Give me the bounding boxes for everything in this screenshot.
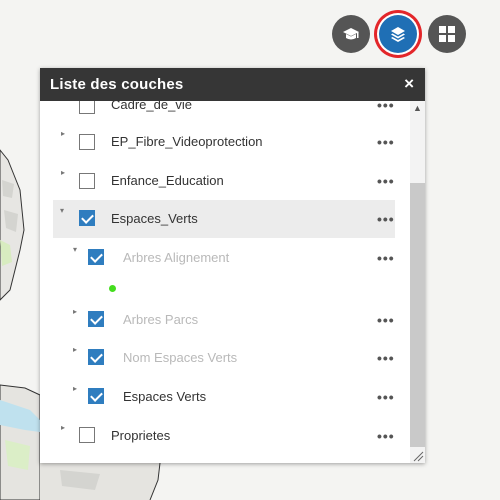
layer-checkbox[interactable] bbox=[79, 173, 95, 189]
layer-checkbox[interactable] bbox=[88, 388, 104, 404]
sublayer-item[interactable]: ▸ Espaces Verts ••• bbox=[40, 378, 410, 416]
layer-label[interactable]: EP_Fibre_Videoprotection bbox=[111, 134, 263, 149]
layer-label[interactable]: Cadre_de_vie bbox=[111, 101, 192, 112]
layer-menu-button[interactable]: ••• bbox=[377, 211, 395, 227]
layer-checkbox[interactable] bbox=[79, 210, 95, 226]
close-button[interactable]: × bbox=[404, 75, 414, 93]
layer-menu-button[interactable]: ••• bbox=[377, 134, 395, 150]
layer-item[interactable]: ▸ Proprietes ••• bbox=[40, 417, 410, 455]
layer-checkbox[interactable] bbox=[79, 134, 95, 150]
scrollbar[interactable]: ▲ bbox=[410, 101, 425, 463]
layer-label[interactable]: Espaces Verts bbox=[123, 389, 206, 404]
layer-list-panel: Liste des couches × Cadre_de_vie ••• ▸ E… bbox=[40, 68, 425, 463]
expand-icon[interactable]: ▸ bbox=[73, 307, 83, 317]
resize-grip-icon[interactable] bbox=[412, 450, 424, 462]
layer-menu-button[interactable]: ••• bbox=[377, 173, 395, 189]
collapse-icon[interactable]: ▾ bbox=[73, 245, 83, 255]
layers-icon bbox=[391, 27, 405, 42]
layer-label[interactable]: Arbres Alignement bbox=[123, 250, 229, 265]
layer-menu-button[interactable]: ••• bbox=[377, 250, 395, 266]
layer-checkbox[interactable] bbox=[88, 349, 104, 365]
layer-label[interactable]: Arbres Parcs bbox=[123, 312, 198, 327]
scroll-up-icon[interactable]: ▲ bbox=[413, 103, 422, 113]
mortarboard-icon bbox=[343, 28, 359, 40]
legend-point-symbol bbox=[109, 285, 116, 292]
layer-checkbox[interactable] bbox=[79, 427, 95, 443]
expand-icon[interactable]: ▸ bbox=[61, 168, 71, 178]
expand-icon[interactable]: ▸ bbox=[61, 129, 71, 139]
panel-title: Liste des couches bbox=[50, 76, 184, 93]
layer-list: Cadre_de_vie ••• ▸ EP_Fibre_Videoprotect… bbox=[40, 101, 425, 463]
sublayer-item[interactable]: ▸ Arbres Parcs ••• bbox=[40, 301, 410, 339]
layer-menu-button[interactable]: ••• bbox=[377, 312, 395, 328]
layer-menu-button[interactable]: ••• bbox=[377, 350, 395, 366]
sublayer-item[interactable]: ▾ Arbres Alignement ••• bbox=[40, 239, 410, 277]
expand-icon[interactable]: ▸ bbox=[61, 423, 71, 433]
layer-item-selected[interactable]: ▾ Espaces_Verts ••• bbox=[53, 200, 395, 238]
layer-label[interactable]: Enfance_Education bbox=[111, 173, 224, 188]
widgets-button[interactable] bbox=[428, 15, 466, 53]
layer-checkbox[interactable] bbox=[88, 249, 104, 265]
collapse-icon[interactable]: ▾ bbox=[60, 206, 70, 216]
layer-label[interactable]: Nom Espaces Verts bbox=[123, 350, 237, 365]
layer-checkbox[interactable] bbox=[88, 311, 104, 327]
layer-menu-button[interactable]: ••• bbox=[377, 389, 395, 405]
expand-icon[interactable]: ▸ bbox=[73, 384, 83, 394]
layer-checkbox[interactable] bbox=[79, 101, 95, 114]
basemap-button[interactable] bbox=[332, 15, 370, 53]
layer-label[interactable]: Proprietes bbox=[111, 428, 170, 443]
layer-menu-button[interactable]: ••• bbox=[377, 428, 395, 444]
layers-button[interactable] bbox=[379, 15, 417, 53]
layer-item[interactable]: ▸ EP_Fibre_Videoprotection ••• bbox=[40, 123, 410, 161]
scrollbar-thumb[interactable] bbox=[410, 183, 425, 447]
layer-menu-button[interactable]: ••• bbox=[377, 101, 395, 113]
layer-label[interactable]: Espaces_Verts bbox=[111, 211, 198, 226]
layer-item[interactable]: Cadre_de_vie ••• bbox=[40, 101, 410, 125]
panel-header: Liste des couches × bbox=[40, 68, 425, 101]
grid-icon bbox=[439, 26, 455, 42]
sublayer-item[interactable]: ▸ Nom Espaces Verts ••• bbox=[40, 339, 410, 377]
layer-item[interactable]: ▸ Enfance_Education ••• bbox=[40, 162, 410, 200]
expand-icon[interactable]: ▸ bbox=[73, 345, 83, 355]
